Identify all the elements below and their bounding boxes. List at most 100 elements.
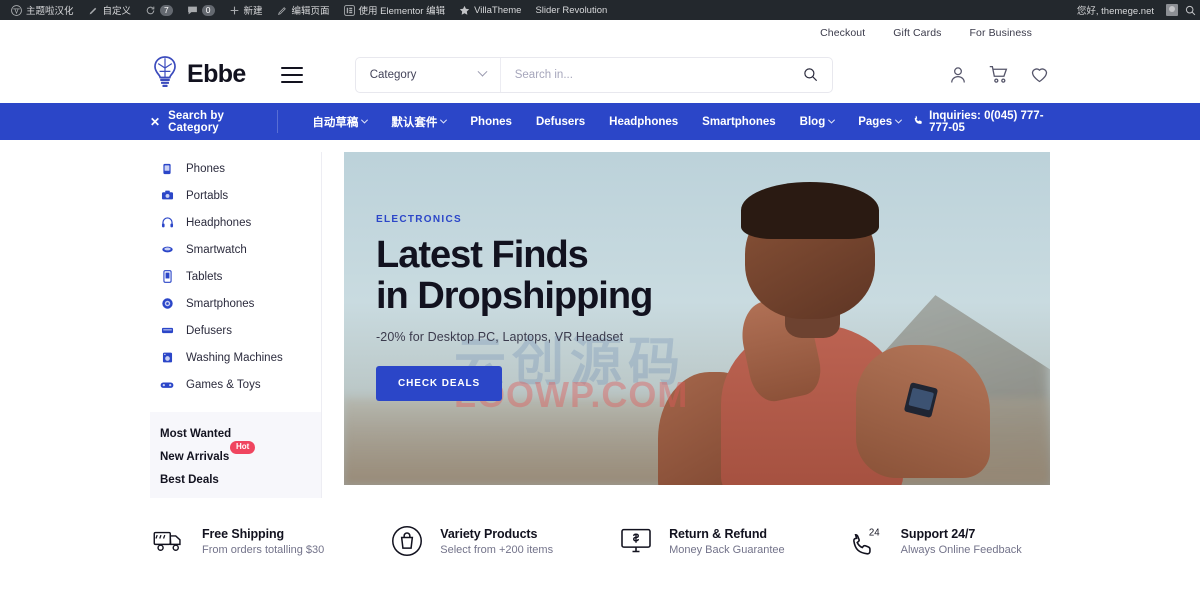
user-avatar[interactable] xyxy=(1166,4,1178,16)
sidebar-item-phones[interactable]: Phones xyxy=(150,155,321,182)
phone-support-icon: 24 xyxy=(849,526,887,556)
sidebar-item-smartwatch[interactable]: Smartwatch xyxy=(150,236,321,263)
shopping-bag-icon xyxy=(388,525,426,557)
admin-bar-villatheme-label: VillaTheme xyxy=(474,4,522,16)
comments-count: 0 xyxy=(201,4,215,16)
nav-item-phones[interactable]: Phones xyxy=(458,116,524,128)
plus-icon xyxy=(229,5,240,16)
sidebar-item-headphones[interactable]: Headphones xyxy=(150,209,321,236)
lightbulb-icon xyxy=(150,55,180,94)
search-icon[interactable] xyxy=(1185,5,1196,16)
hero-eyebrow: ELECTRONICS xyxy=(376,214,462,225)
admin-bar-item-villatheme[interactable]: VillaTheme xyxy=(452,0,528,20)
sidebar-item-label: Smartphones xyxy=(186,297,255,310)
account-icon[interactable] xyxy=(948,65,968,85)
search-submit-icon[interactable] xyxy=(789,67,832,82)
feature-support: 24 Support 24/7 Always Online Feedback xyxy=(849,526,1022,556)
smartwatch-icon xyxy=(160,243,174,256)
utility-link-for-business[interactable]: For Business xyxy=(970,27,1032,39)
search-by-category-label: Search by Category xyxy=(168,109,225,134)
promo-label: New Arrivals xyxy=(160,450,230,463)
cart-icon[interactable] xyxy=(988,64,1009,85)
nav-item-label: 默认套件 xyxy=(391,116,438,129)
sidebar-item-tablets[interactable]: Tablets xyxy=(150,263,321,290)
admin-bar-item-comments[interactable]: 0 xyxy=(180,0,222,20)
logo-text: Ebbe xyxy=(187,60,246,88)
headphones-icon xyxy=(160,216,174,229)
sidebar-item-smartphones[interactable]: Smartphones xyxy=(150,290,321,317)
nav-item-blog[interactable]: Blog xyxy=(788,116,847,128)
search-by-category-button[interactable]: ✕ Search by Category xyxy=(150,109,279,134)
nav-menu: 自动草稿 默认套件 Phones Defusers Headphones Sma… xyxy=(300,114,913,130)
chevron-down-icon xyxy=(828,116,836,124)
hero-model-photo xyxy=(626,152,1021,485)
nav-item-label: Smartphones xyxy=(702,115,776,128)
admin-bar-greeting[interactable]: 您好, themege.net xyxy=(1070,0,1161,20)
site-logo[interactable]: Ebbe xyxy=(150,55,246,94)
washing-machine-icon xyxy=(160,351,174,364)
sidebar-item-portabls[interactable]: Portabls xyxy=(150,182,321,209)
admin-bar-item-slider-revolution[interactable]: Slider Revolution xyxy=(528,0,614,20)
hero-title-line2: in Dropshipping xyxy=(376,274,653,317)
hero-banner[interactable]: 云创源码 LOOWP.COM ELECTRONICS Latest Finds … xyxy=(344,152,1050,485)
admin-bar-slider-label: Slider Revolution xyxy=(535,4,608,16)
nav-item-smartphones[interactable]: Smartphones xyxy=(690,116,788,128)
nav-item-auto-draft[interactable]: 自动草稿 xyxy=(300,114,379,130)
admin-bar-item-elementor[interactable]: 使用 Elementor 编辑 xyxy=(337,0,453,20)
admin-bar-elementor-label: 使用 Elementor 编辑 xyxy=(358,6,446,17)
chevron-down-icon xyxy=(440,116,448,124)
hero-subtitle: -20% for Desktop PC, Laptops, VR Headset xyxy=(376,330,624,345)
sidebar-item-defusers[interactable]: Defusers xyxy=(150,317,321,344)
wp-admin-bar: 主题啦汉化 自定义 7 0 新建 编辑页面 使用 Elementor 编辑 Vi… xyxy=(0,0,1200,20)
admin-bar-item-new[interactable]: 新建 xyxy=(222,0,270,20)
feature-title: Return & Refund xyxy=(669,526,767,541)
admin-bar-right: 您好, themege.net xyxy=(1070,0,1196,20)
category-select[interactable]: Category xyxy=(356,57,501,92)
feature-title: Free Shipping xyxy=(202,526,285,541)
admin-bar-site-label: 主题啦汉化 xyxy=(26,6,74,17)
category-sidebar: Phones Portabls Headphones Smartwatch Ta… xyxy=(150,152,322,498)
site-header: Ebbe Category xyxy=(0,46,1200,103)
camera-icon xyxy=(160,189,174,202)
feature-subtitle: Select from +200 items xyxy=(440,543,554,556)
admin-bar-item-site[interactable]: 主题啦汉化 xyxy=(4,0,81,20)
inquiries-phone[interactable]: Inquiries: 0(045) 777-777-05 xyxy=(913,110,1050,134)
chevron-down-icon xyxy=(361,116,369,124)
svg-text:24: 24 xyxy=(869,528,880,539)
comment-icon xyxy=(187,5,198,16)
nav-item-pages[interactable]: Pages xyxy=(846,116,913,128)
close-icon: ✕ xyxy=(150,114,161,129)
sidebar-item-games-toys[interactable]: Games & Toys xyxy=(150,371,321,398)
admin-bar-item-edit-page[interactable]: 编辑页面 xyxy=(270,0,337,20)
nav-item-label: Phones xyxy=(470,115,512,128)
feature-strip: Free Shipping From orders totalling $30 … xyxy=(0,525,1200,557)
nav-item-headphones[interactable]: Headphones xyxy=(597,116,690,128)
nav-item-defusers[interactable]: Defusers xyxy=(524,116,597,128)
chevron-down-icon xyxy=(895,116,903,124)
search-bar: Category xyxy=(354,56,833,93)
nav-item-default-kit[interactable]: 默认套件 xyxy=(379,114,458,130)
wordpress-icon xyxy=(11,4,22,16)
utility-link-gift-cards[interactable]: Gift Cards xyxy=(893,27,941,39)
wishlist-icon[interactable] xyxy=(1029,64,1050,85)
check-deals-button[interactable]: CHECK DEALS xyxy=(376,366,503,402)
promo-item-new-arrivals[interactable]: New Arrivals Hot xyxy=(160,441,311,468)
hero-title-line1: Latest Finds xyxy=(376,234,589,276)
sidebar-item-label: Defusers xyxy=(186,324,233,337)
sidebar-item-washing-machines[interactable]: Washing Machines xyxy=(150,344,321,371)
primary-nav: ✕ Search by Category 自动草稿 默认套件 Phones De… xyxy=(0,103,1200,140)
admin-bar-item-updates[interactable]: 7 xyxy=(138,0,180,20)
nav-item-label: Blog xyxy=(799,115,826,128)
sidebar-item-label: Phones xyxy=(186,162,226,175)
utility-link-checkout[interactable]: Checkout xyxy=(820,27,865,39)
search-input[interactable] xyxy=(500,57,789,92)
admin-bar-item-customize[interactable]: 自定义 xyxy=(81,0,139,20)
sidebar-item-label: Games & Toys xyxy=(186,378,261,391)
sidebar-item-label: Headphones xyxy=(186,216,252,229)
feature-variety-products: Variety Products Select from +200 items xyxy=(388,525,553,557)
phone-device-icon xyxy=(160,163,174,175)
hamburger-icon[interactable] xyxy=(280,66,303,83)
defuser-icon xyxy=(160,324,174,337)
promo-label: Best Deals xyxy=(160,473,219,486)
promo-item-best-deals[interactable]: Best Deals xyxy=(160,468,311,491)
